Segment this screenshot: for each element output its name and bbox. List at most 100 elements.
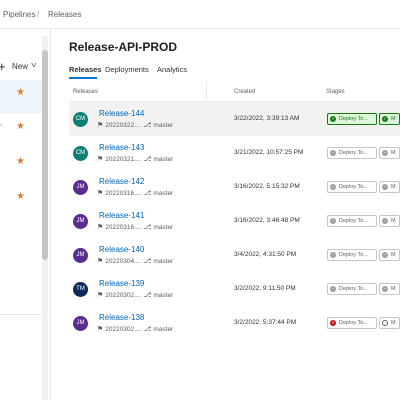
created-date: 3/16/2022, 3:46:48 PM <box>234 217 300 224</box>
pipeline-item[interactable]: , ★ <box>0 114 42 148</box>
branch-icon: ⎇ <box>141 224 154 231</box>
stage-status[interactable]: – M <box>379 249 400 261</box>
stage-label: Deploy To... <box>339 252 368 258</box>
stage-status[interactable]: – Deploy To... <box>327 283 377 295</box>
stage-label: Deploy To... <box>339 184 368 190</box>
stage-status[interactable]: – Deploy To... <box>327 249 377 261</box>
scrollbar[interactable] <box>42 36 48 400</box>
created-date: 3/21/2022, 10:57:25 PM <box>234 149 304 156</box>
star-icon[interactable]: ★ <box>16 87 25 98</box>
breadcrumb-separator: / <box>37 10 40 19</box>
stage-label: Deploy To... <box>339 320 368 326</box>
build-number: 20220316.... <box>105 190 142 197</box>
avatar: JM <box>73 316 88 331</box>
stage-notdeployed-icon: – <box>330 286 336 292</box>
release-source: ⚑ 20220302.... ⎇ master <box>97 325 173 333</box>
plus-icon[interactable]: + <box>0 59 6 74</box>
table-row[interactable]: TM Release-139 ⚑ 20220302.... ⎇ master 3/2/… <box>69 272 400 306</box>
avatar: JM <box>73 180 88 195</box>
branch-name: master <box>153 156 174 163</box>
star-icon[interactable]: ★ <box>16 121 25 132</box>
active-tab-indicator <box>69 77 97 79</box>
release-link[interactable]: Release-139 <box>99 279 144 288</box>
star-icon[interactable]: ★ <box>16 191 25 202</box>
branch-name: master <box>153 190 174 197</box>
stage-status[interactable]: – Deploy To... <box>327 147 377 159</box>
scrollbar-thumb[interactable] <box>42 50 48 260</box>
release-link[interactable]: Release-142 <box>99 177 144 186</box>
stage-notdeployed-icon: – <box>330 252 336 258</box>
branch-name: master <box>153 292 174 299</box>
stage-status[interactable]: ✓ Deploy To... <box>327 113 377 125</box>
stage-notstarted-icon <box>382 320 388 326</box>
tab-analytics[interactable]: Analytics <box>157 65 187 74</box>
build-icon: ⚑ <box>97 326 106 333</box>
release-link[interactable]: Release-138 <box>99 313 144 322</box>
build-icon: ⚑ <box>97 292 106 299</box>
branch-name: master <box>153 224 174 231</box>
breadcrumb-pipelines[interactable]: Pipelines <box>3 10 35 19</box>
avatar: CM <box>73 112 88 127</box>
breadcrumb-releases[interactable]: Releases <box>48 10 81 19</box>
pipeline-item[interactable]: ★ <box>0 149 42 183</box>
table-row[interactable]: JM Release-141 ⚑ 20220316.... ⎇ master 3/16… <box>69 204 400 238</box>
branch-icon: ⎇ <box>141 258 154 265</box>
created-date: 3/2/2022, 9:11:50 PM <box>234 285 296 292</box>
stage-status[interactable]: – M <box>379 181 400 193</box>
branch-icon: ⎇ <box>141 156 154 163</box>
chevron-down-icon[interactable]: v <box>31 62 36 69</box>
stage-label: M <box>391 252 396 258</box>
stage-label: M <box>391 184 396 190</box>
release-link[interactable]: Release-144 <box>99 109 144 118</box>
top-bar: Pipelines / Releases <box>0 0 400 29</box>
release-source: ⚑ 20220316.... ⎇ master <box>97 223 173 231</box>
pipeline-item[interactable]: ★ <box>0 80 42 114</box>
build-number: 20220322.... <box>105 122 142 129</box>
stage-label: M <box>391 286 396 292</box>
release-link[interactable]: Release-141 <box>99 211 144 220</box>
pipeline-item[interactable]: ★ <box>0 184 42 218</box>
stage-status[interactable]: – Deploy To... <box>327 181 377 193</box>
tab-deployments[interactable]: Deployments <box>105 65 149 74</box>
stage-label: Deploy To... <box>339 286 368 292</box>
stage-notdeployed-icon: – <box>382 286 388 292</box>
table-row[interactable]: CM Release-143 ⚑ 20220321.... ⎇ master 3/21… <box>69 136 400 170</box>
stage-notdeployed-icon: – <box>330 150 336 156</box>
build-number: 20220304.... <box>105 258 142 265</box>
avatar: JM <box>73 214 88 229</box>
build-number: 20220302.... <box>105 292 142 299</box>
page-title: Release-API-PROD <box>69 40 178 54</box>
release-source: ⚑ 20220322.... ⎇ master <box>97 121 173 129</box>
branch-name: master <box>153 258 174 265</box>
star-icon[interactable]: ★ <box>16 156 25 167</box>
build-icon: ⚑ <box>97 190 106 197</box>
build-icon: ⚑ <box>97 122 106 129</box>
stage-label: Deploy To... <box>339 150 368 156</box>
divider <box>0 314 42 315</box>
table-row[interactable]: JM Release-142 ⚑ 20220316.... ⎇ master 3/16… <box>69 170 400 204</box>
release-link[interactable]: Release-143 <box>99 143 144 152</box>
table-row[interactable]: CM Release-144 ⚑ 20220322.... ⎇ master 3/22… <box>69 102 400 136</box>
table-row[interactable]: JM Release-138 ⚑ 20220302.... ⎇ master 3/2/… <box>69 306 400 340</box>
stage-status[interactable]: × Deploy To... <box>327 317 377 329</box>
stage-status[interactable]: – M <box>379 147 400 159</box>
branch-name: master <box>153 326 174 333</box>
stage-notdeployed-icon: – <box>330 218 336 224</box>
new-button[interactable]: New <box>12 62 28 71</box>
stage-notdeployed-icon: – <box>382 218 388 224</box>
stage-status[interactable]: – Deploy To... <box>327 215 377 227</box>
table-row[interactable]: JM Release-140 ⚑ 20220304.... ⎇ master 3/4/… <box>69 238 400 272</box>
stage-status[interactable]: – M <box>379 283 400 295</box>
tab-releases[interactable]: Releases <box>69 65 102 74</box>
stage-success-icon: ✓ <box>330 116 336 122</box>
branch-name: master <box>153 122 174 129</box>
stage-status[interactable]: M <box>379 317 400 329</box>
stage-notdeployed-icon: – <box>382 184 388 190</box>
stage-success-icon: ✓ <box>382 116 388 122</box>
release-source: ⚑ 20220304.... ⎇ master <box>97 257 173 265</box>
stage-status[interactable]: – M <box>379 215 400 227</box>
avatar: CM <box>73 146 88 161</box>
build-icon: ⚑ <box>97 258 106 265</box>
stage-status[interactable]: ✓ M <box>379 113 400 125</box>
release-link[interactable]: Release-140 <box>99 245 144 254</box>
